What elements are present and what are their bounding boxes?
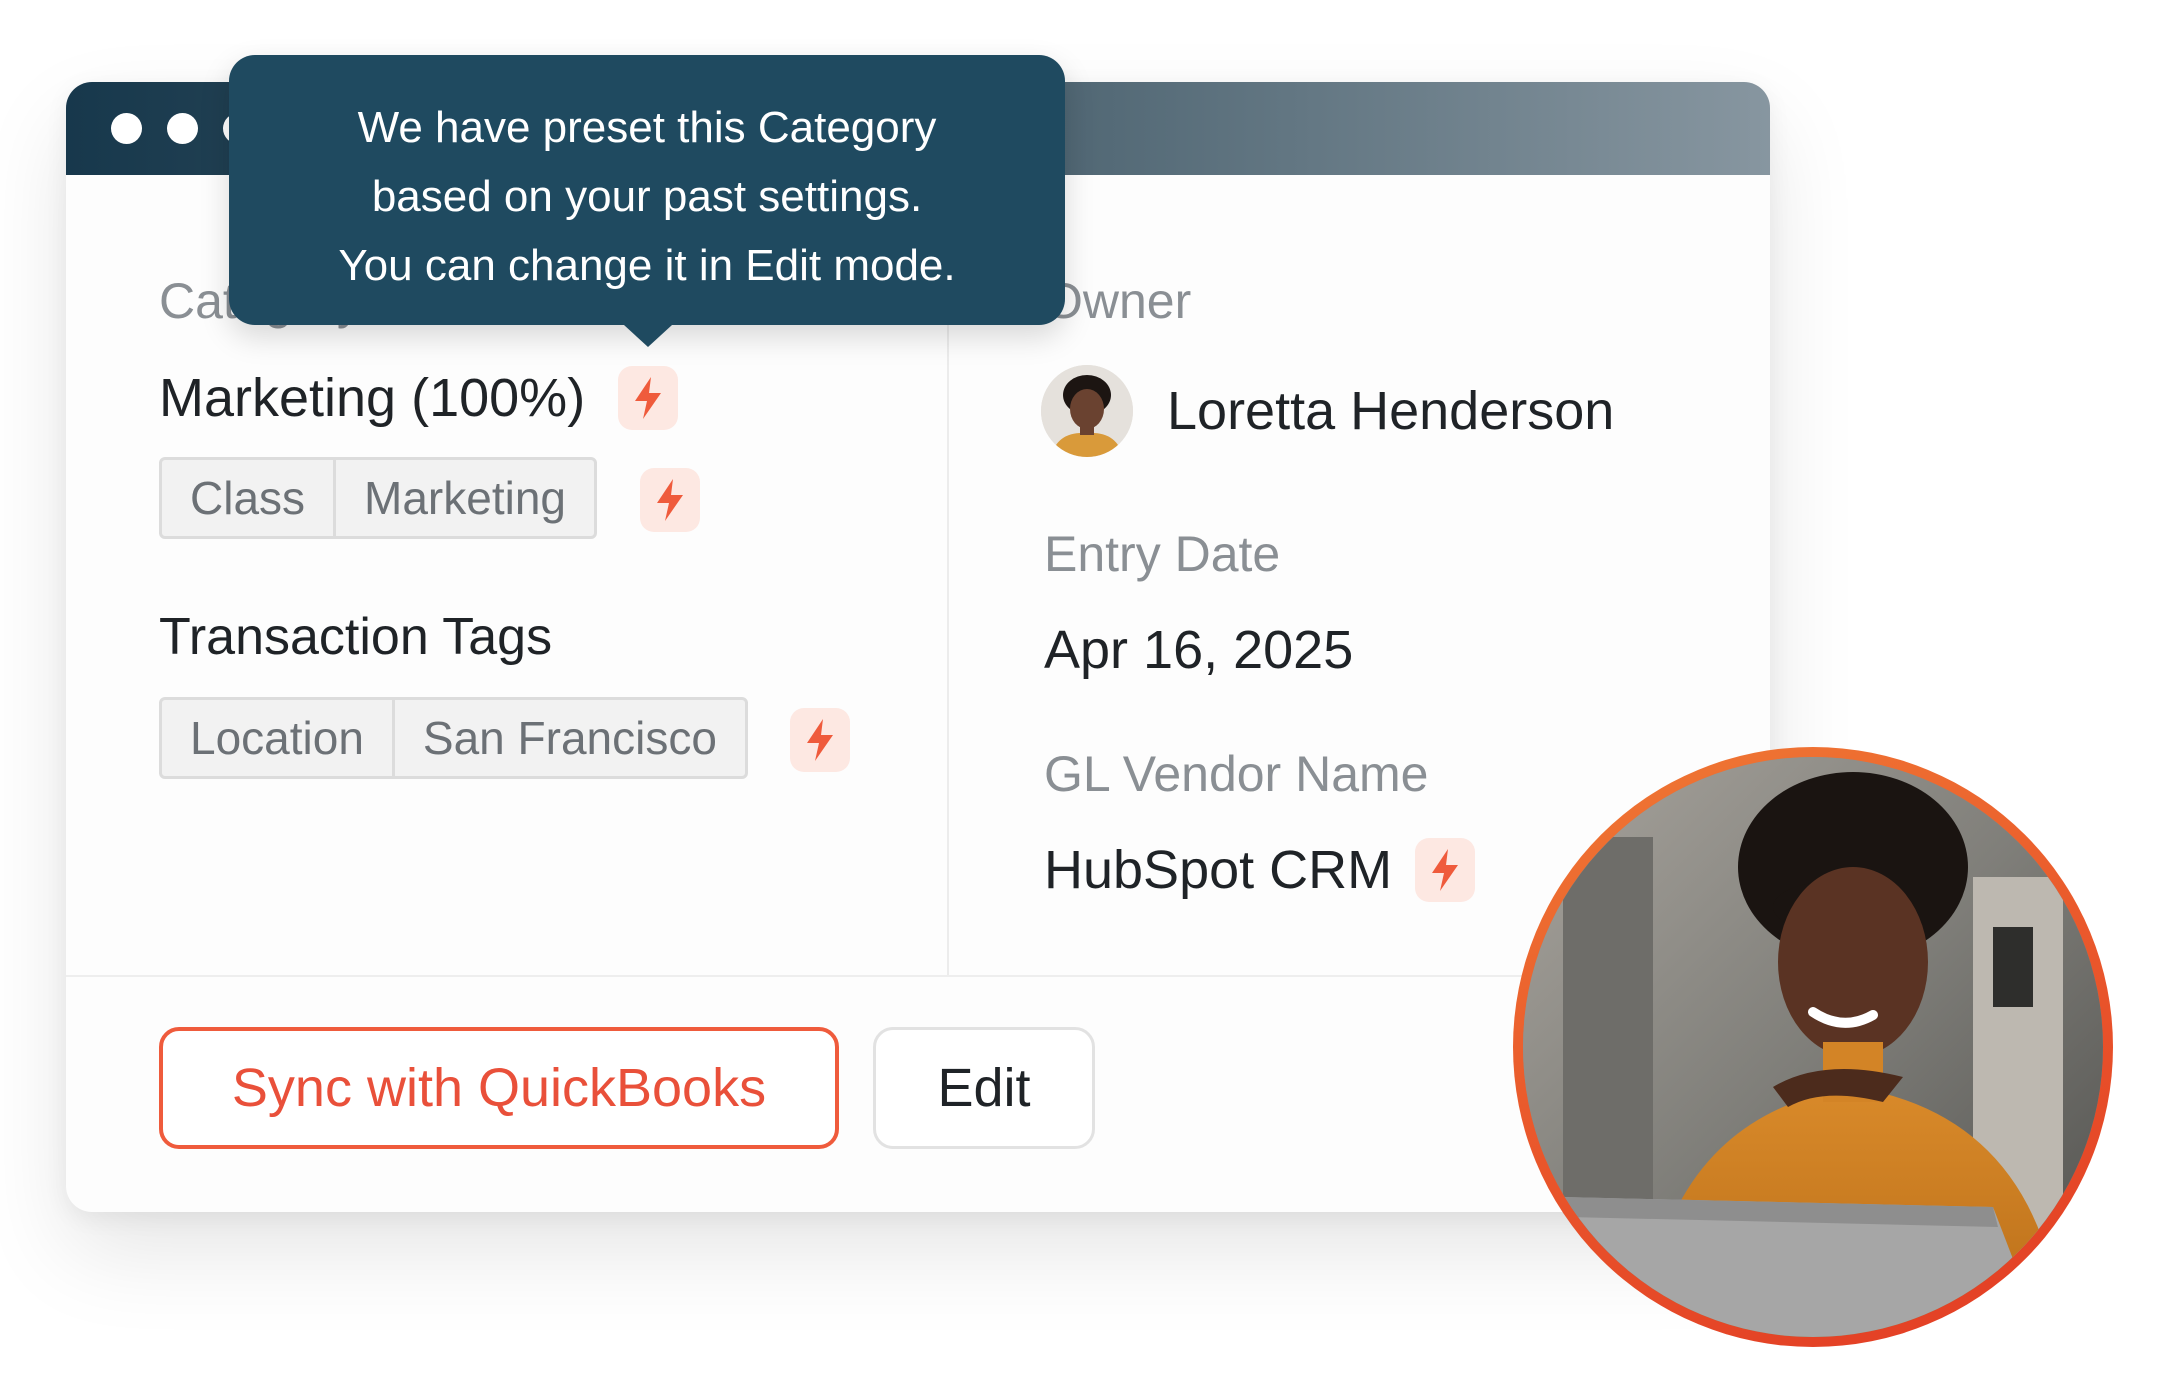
tooltip-line-2: based on your past settings. [371, 172, 923, 221]
entry-date-label: Entry Date [1044, 526, 1281, 582]
edit-button[interactable]: Edit [873, 1027, 1095, 1149]
user-portrait-photo [1513, 747, 2113, 1347]
tooltip-line-1: We have preset this Category [357, 103, 937, 152]
category-value: Marketing (100%) [159, 368, 586, 428]
sync-quickbooks-button[interactable]: Sync with QuickBooks [159, 1027, 839, 1149]
gl-vendor-label: GL Vendor Name [1044, 746, 1429, 802]
location-chip-value: San Francisco [391, 700, 745, 776]
preset-category-tooltip: We have preset this Category based on yo… [229, 55, 1065, 325]
window-close-dot[interactable] [111, 113, 142, 144]
location-chip-group[interactable]: Location San Francisco [159, 697, 748, 779]
footer-divider [66, 975, 1770, 977]
lightning-bolt-icon [1415, 838, 1475, 902]
class-chip-value: Marketing [333, 460, 594, 536]
gl-vendor-value: HubSpot CRM [1044, 840, 1393, 900]
class-chip-key: Class [190, 472, 306, 524]
owner-name: Loretta Henderson [1167, 381, 1615, 441]
avatar [1041, 365, 1133, 457]
tooltip-line-3: You can change it in Edit mode. [338, 241, 956, 290]
transaction-tags-title: Transaction Tags [159, 608, 553, 666]
window-minimize-dot[interactable] [167, 113, 198, 144]
tooltip-arrow [624, 325, 672, 347]
owner-label: Owner [1044, 273, 1192, 329]
lightning-bolt-icon [790, 708, 850, 772]
location-chip-key: Location [190, 712, 364, 764]
entry-date-value: Apr 16, 2025 [1044, 620, 1354, 680]
portrait-image [1523, 757, 2103, 1337]
lightning-bolt-icon [618, 366, 678, 430]
lightning-bolt-icon [640, 468, 700, 532]
class-chip-group[interactable]: Class Marketing [159, 457, 597, 539]
